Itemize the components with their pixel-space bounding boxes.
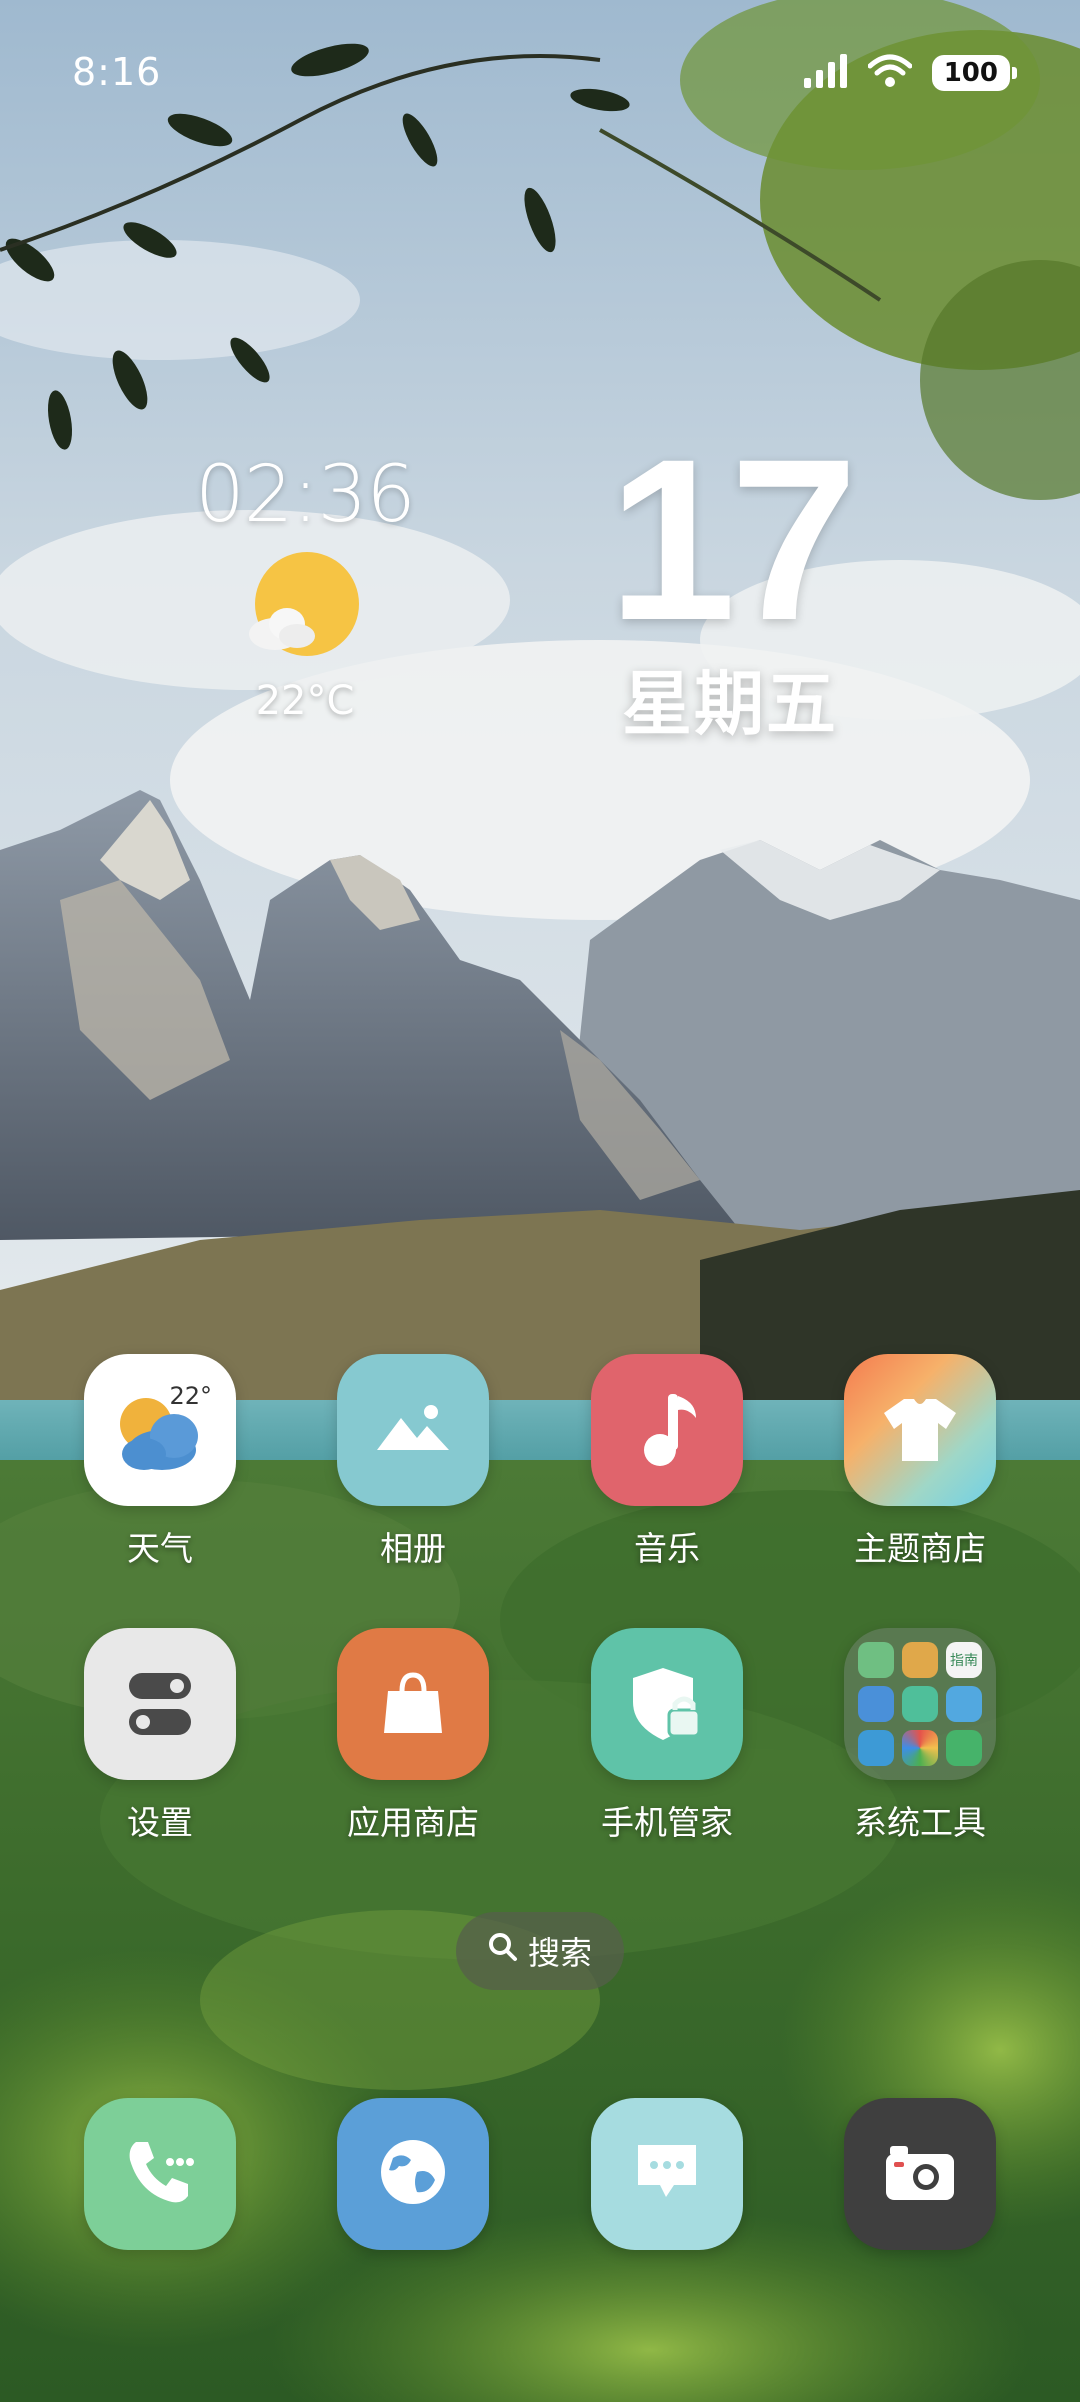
dock-camera[interactable] bbox=[844, 2098, 996, 2250]
app-settings[interactable]: 设置 bbox=[50, 1628, 270, 1844]
mini-app-icon bbox=[902, 1686, 938, 1722]
app-app-store[interactable]: 应用商店 bbox=[303, 1628, 523, 1844]
dock-messages[interactable] bbox=[591, 2098, 743, 2250]
clock-weather-widget[interactable]: 02:36 22°C bbox=[195, 450, 416, 724]
app-label: 手机管家 bbox=[601, 1803, 733, 1842]
dock-phone[interactable] bbox=[84, 2098, 236, 2250]
app-gallery[interactable]: 相册 bbox=[303, 1354, 523, 1570]
app-label: 主题商店 bbox=[854, 1529, 986, 1568]
mini-app-icon bbox=[858, 1686, 894, 1722]
status-bar: 8:16 100 bbox=[0, 0, 1080, 150]
app-label: 设置 bbox=[127, 1803, 193, 1842]
battery-indicator: 100 bbox=[931, 55, 1018, 91]
app-label: 音乐 bbox=[634, 1529, 700, 1568]
mini-app-icon bbox=[902, 1642, 938, 1678]
mini-app-icon bbox=[946, 1730, 982, 1766]
search-icon bbox=[488, 1932, 518, 1970]
status-time: 8:16 bbox=[72, 50, 162, 94]
app-phone-manager[interactable]: 手机管家 bbox=[557, 1628, 777, 1844]
app-music[interactable]: 音乐 bbox=[557, 1354, 777, 1570]
browser-globe-icon bbox=[373, 2132, 453, 2216]
mini-app-icon bbox=[858, 1730, 894, 1766]
status-icons: 100 bbox=[803, 54, 1018, 92]
camera-icon bbox=[882, 2140, 958, 2208]
wifi-icon bbox=[867, 54, 913, 92]
app-label: 系统工具 bbox=[854, 1803, 986, 1842]
app-label: 相册 bbox=[380, 1529, 446, 1568]
theme-shirt-icon bbox=[844, 1354, 996, 1506]
widget-temperature: 22°C bbox=[255, 678, 355, 724]
folder-icon: 指南 bbox=[844, 1628, 996, 1780]
mini-guide-icon: 指南 bbox=[946, 1642, 982, 1678]
music-note-icon bbox=[591, 1354, 743, 1506]
app-label: 天气 bbox=[127, 1529, 193, 1568]
weather-badge: 22° bbox=[169, 1382, 212, 1410]
phone-icon bbox=[122, 2134, 198, 2214]
shield-lock-icon bbox=[591, 1628, 743, 1780]
app-weather[interactable]: 22° 天气 bbox=[50, 1354, 270, 1570]
app-label: 应用商店 bbox=[347, 1803, 479, 1842]
shopping-bag-icon bbox=[337, 1628, 489, 1780]
search-label: 搜索 bbox=[527, 1934, 592, 1972]
date-widget[interactable]: 17 星期五 bbox=[600, 411, 860, 749]
app-folder-system-tools[interactable]: 指南 系统工具 bbox=[810, 1628, 1030, 1844]
widget-clock-time: 02:36 bbox=[195, 450, 416, 540]
app-theme-store[interactable]: 主题商店 bbox=[810, 1354, 1030, 1570]
settings-toggle-icon bbox=[84, 1628, 236, 1780]
sunny-cloud-icon bbox=[245, 548, 365, 668]
date-weekday: 星期五 bbox=[622, 663, 838, 745]
cellular-signal-icon bbox=[803, 54, 848, 92]
weather-icon: 22° bbox=[84, 1354, 236, 1506]
search-button[interactable]: 搜索 bbox=[456, 1912, 624, 1990]
message-icon bbox=[632, 2137, 702, 2211]
mini-app-icon bbox=[858, 1642, 894, 1678]
wallpaper bbox=[0, 0, 1080, 2402]
mini-app-icon bbox=[902, 1730, 938, 1766]
date-day: 17 bbox=[608, 411, 858, 668]
gallery-icon bbox=[337, 1354, 489, 1506]
dock-browser[interactable] bbox=[337, 2098, 489, 2250]
mini-app-icon bbox=[946, 1686, 982, 1722]
